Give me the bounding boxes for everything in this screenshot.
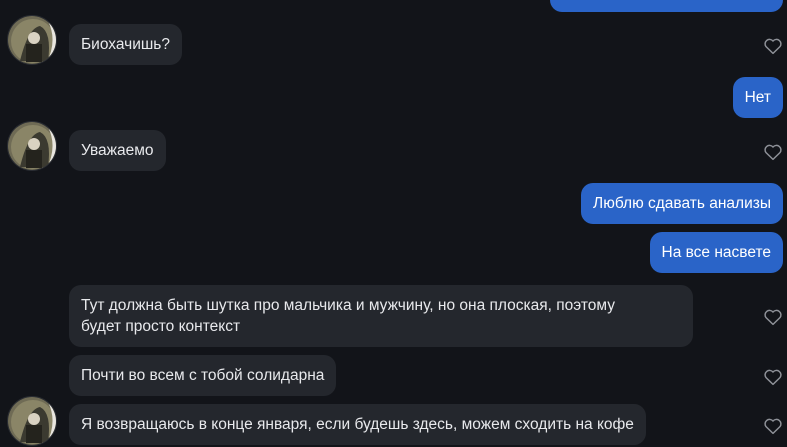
heart-icon[interactable] [763,308,783,326]
heart-icon[interactable] [763,37,783,55]
heart-icon[interactable] [763,143,783,161]
outgoing-message[interactable]: Нет [732,77,783,118]
outgoing-message[interactable]: На все насвете [649,232,783,273]
message-line: будет просто контекст [81,318,241,335]
contact-avatar[interactable] [7,15,57,65]
message-line: Тут должна быть шутка про мальчика и муж… [81,297,615,314]
outgoing-message-partial[interactable] [550,0,783,12]
heart-icon[interactable] [763,417,783,435]
avatar-photo-icon [8,122,56,170]
outgoing-message[interactable]: Люблю сдавать анализы [581,183,783,224]
contact-avatar[interactable] [7,396,57,446]
incoming-message[interactable]: Почти во всем с тобой солидарна [69,355,337,396]
incoming-message[interactable]: Биохачишь? [69,24,182,65]
incoming-message[interactable]: Уважаемо [69,130,166,171]
heart-icon[interactable] [763,368,783,386]
contact-avatar[interactable] [7,121,57,171]
avatar-photo-icon [8,397,56,445]
incoming-message[interactable]: Тут должна быть шутка про мальчика и муж… [69,285,693,347]
avatar-photo-icon [8,16,56,64]
incoming-message[interactable]: Я возвращаюсь в конце января, если будеш… [69,404,646,445]
